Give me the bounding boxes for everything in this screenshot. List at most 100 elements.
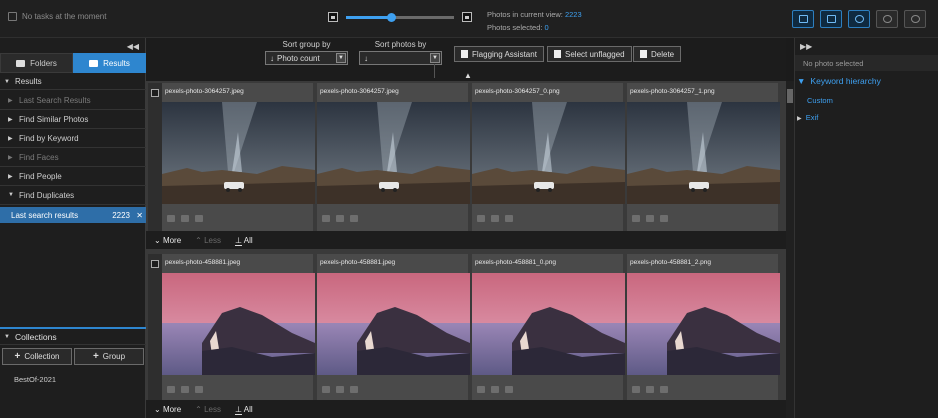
all-label: All	[243, 404, 253, 414]
photo-cell[interactable]: pexels-photo-3064257.jpeg	[317, 83, 470, 231]
person-icon[interactable]	[167, 215, 175, 222]
collection-item[interactable]: BestOf-2021	[0, 368, 146, 384]
keyword-exif[interactable]: ▶ Exif	[797, 113, 818, 122]
photo-stats: Photos in current view: 2223 Photos sele…	[487, 8, 582, 34]
sort-photos-select[interactable]: ↓ ▼	[359, 51, 442, 65]
all-button[interactable]: ⊥ All	[235, 404, 253, 415]
center-toolbar: Sort group by ↓ Photo count ▼ Sort photo…	[146, 38, 786, 81]
last-search-results-selected[interactable]: Last search results 2223 ✕	[0, 207, 146, 223]
chevron-up-icon[interactable]: ▲	[464, 71, 472, 80]
rotate-icon[interactable]	[646, 386, 654, 393]
tab-folders[interactable]: Folders	[0, 53, 73, 73]
person-icon[interactable]	[322, 386, 330, 393]
chevron-right-icon: ▶	[8, 173, 13, 180]
photo-thumbnail[interactable]	[162, 102, 315, 204]
photo-thumbnail[interactable]	[162, 273, 315, 375]
zoom-slider-handle[interactable]	[387, 12, 397, 22]
add-group-button[interactable]: + Group	[74, 348, 144, 365]
person-icon[interactable]	[167, 386, 175, 393]
person-icon[interactable]	[477, 215, 485, 222]
photo-thumbnail[interactable]	[317, 273, 470, 375]
photo-cell[interactable]: pexels-photo-458881_0.png	[472, 254, 625, 402]
less-button[interactable]: ⌃ Less	[195, 405, 221, 414]
all-label: All	[243, 235, 253, 245]
photo-cell[interactable]: pexels-photo-3064257_0.png	[472, 83, 625, 231]
photo-thumbnail[interactable]	[627, 102, 780, 204]
rotate-icon[interactable]	[336, 386, 344, 393]
flag-icon[interactable]	[195, 215, 203, 222]
keyword-hierarchy-header[interactable]: ▼ Keyword hierarchy	[797, 76, 881, 86]
grid-scrollbar[interactable]	[786, 81, 794, 418]
photo-thumbnail[interactable]	[472, 102, 625, 204]
photo-cell[interactable]: pexels-photo-458881.jpeg	[162, 254, 315, 402]
photo-filename: pexels-photo-458881_2.png	[630, 259, 711, 266]
rotate-icon[interactable]	[491, 386, 499, 393]
expand-right-icon[interactable]: ▶▶	[800, 42, 812, 51]
all-button[interactable]: ⊥ All	[235, 235, 253, 246]
keyword-custom[interactable]: Custom	[807, 96, 833, 105]
key-icon[interactable]	[820, 10, 842, 28]
rotate-icon[interactable]	[336, 215, 344, 222]
sort-group-label: Sort group by	[282, 40, 331, 49]
add-collection-button[interactable]: + Collection	[2, 348, 72, 365]
photo-cell[interactable]: pexels-photo-458881.jpeg	[317, 254, 470, 402]
rotate-icon[interactable]	[491, 215, 499, 222]
photo-thumbnail[interactable]	[627, 273, 780, 375]
flagging-assistant-label: Flagging Assistant	[472, 49, 537, 59]
large-thumbnail-icon[interactable]	[462, 12, 472, 22]
flag-icon[interactable]	[505, 386, 513, 393]
screen-icon[interactable]	[792, 10, 814, 28]
group-checkbox[interactable]	[151, 260, 159, 268]
more-button[interactable]: ⌄ More	[154, 405, 181, 414]
flag-icon[interactable]	[660, 215, 668, 222]
rotate-icon[interactable]	[181, 215, 189, 222]
flag-icon[interactable]	[660, 386, 668, 393]
less-button[interactable]: ⌃ Less	[195, 236, 221, 245]
chevron-down-icon: ▼	[797, 76, 806, 86]
nav-find-duplicates[interactable]: ▼ Find Duplicates	[0, 186, 146, 205]
select-unflagged-button[interactable]: Select unflagged	[547, 46, 632, 62]
flag-icon[interactable]	[350, 386, 358, 393]
collections-header[interactable]: ▼ Collections	[0, 327, 146, 345]
close-icon[interactable]: ✕	[136, 211, 143, 220]
photo-icons	[477, 386, 513, 393]
trash-icon	[640, 50, 647, 58]
people-icon[interactable]	[876, 10, 898, 28]
person-icon[interactable]	[632, 215, 640, 222]
rotate-icon[interactable]	[181, 386, 189, 393]
photo-cell[interactable]: pexels-photo-458881_2.png	[627, 254, 780, 402]
collapse-left-icon[interactable]: ◀◀	[127, 42, 139, 51]
flag-icon[interactable]	[350, 215, 358, 222]
chevron-right-icon: ▶	[8, 97, 13, 104]
tab-results[interactable]: Results	[73, 53, 146, 73]
small-thumbnail-icon[interactable]	[328, 12, 338, 22]
search-icon[interactable]	[904, 10, 926, 28]
more-button[interactable]: ⌄ More	[154, 236, 181, 245]
photo-cell[interactable]: pexels-photo-3064257_1.png	[627, 83, 780, 231]
results-section-header[interactable]: ▼ Results	[0, 74, 146, 90]
sort-group-value: Photo count	[277, 53, 320, 63]
nav-last-search-results[interactable]: ▶ Last Search Results	[0, 91, 146, 110]
group-select-tag[interactable]	[148, 83, 162, 231]
photo-cell[interactable]: pexels-photo-3064257.jpeg	[162, 83, 315, 231]
nav-find-by-keyword[interactable]: ▶ Find by Keyword	[0, 129, 146, 148]
photo-thumbnail[interactable]	[317, 102, 470, 204]
rotate-icon[interactable]	[646, 215, 654, 222]
nav-find-people[interactable]: ▶ Find People	[0, 167, 146, 186]
flag-icon[interactable]	[505, 215, 513, 222]
sort-group-select[interactable]: ↓ Photo count ▼	[265, 51, 348, 65]
person-icon[interactable]	[477, 386, 485, 393]
photo-thumbnail[interactable]	[472, 273, 625, 375]
delete-button[interactable]: Delete	[633, 46, 682, 62]
scrollbar-thumb[interactable]	[787, 89, 793, 103]
group-select-tag[interactable]	[148, 254, 162, 402]
face-icon[interactable]	[848, 10, 870, 28]
flag-icon[interactable]	[195, 386, 203, 393]
zoom-slider[interactable]	[346, 12, 454, 22]
group-checkbox[interactable]	[151, 89, 159, 97]
person-icon[interactable]	[632, 386, 640, 393]
flagging-assistant-button[interactable]: Flagging Assistant	[454, 46, 544, 62]
nav-find-similar-photos[interactable]: ▶ Find Similar Photos	[0, 110, 146, 129]
person-icon[interactable]	[322, 215, 330, 222]
nav-find-faces[interactable]: ▶ Find Faces	[0, 148, 146, 167]
